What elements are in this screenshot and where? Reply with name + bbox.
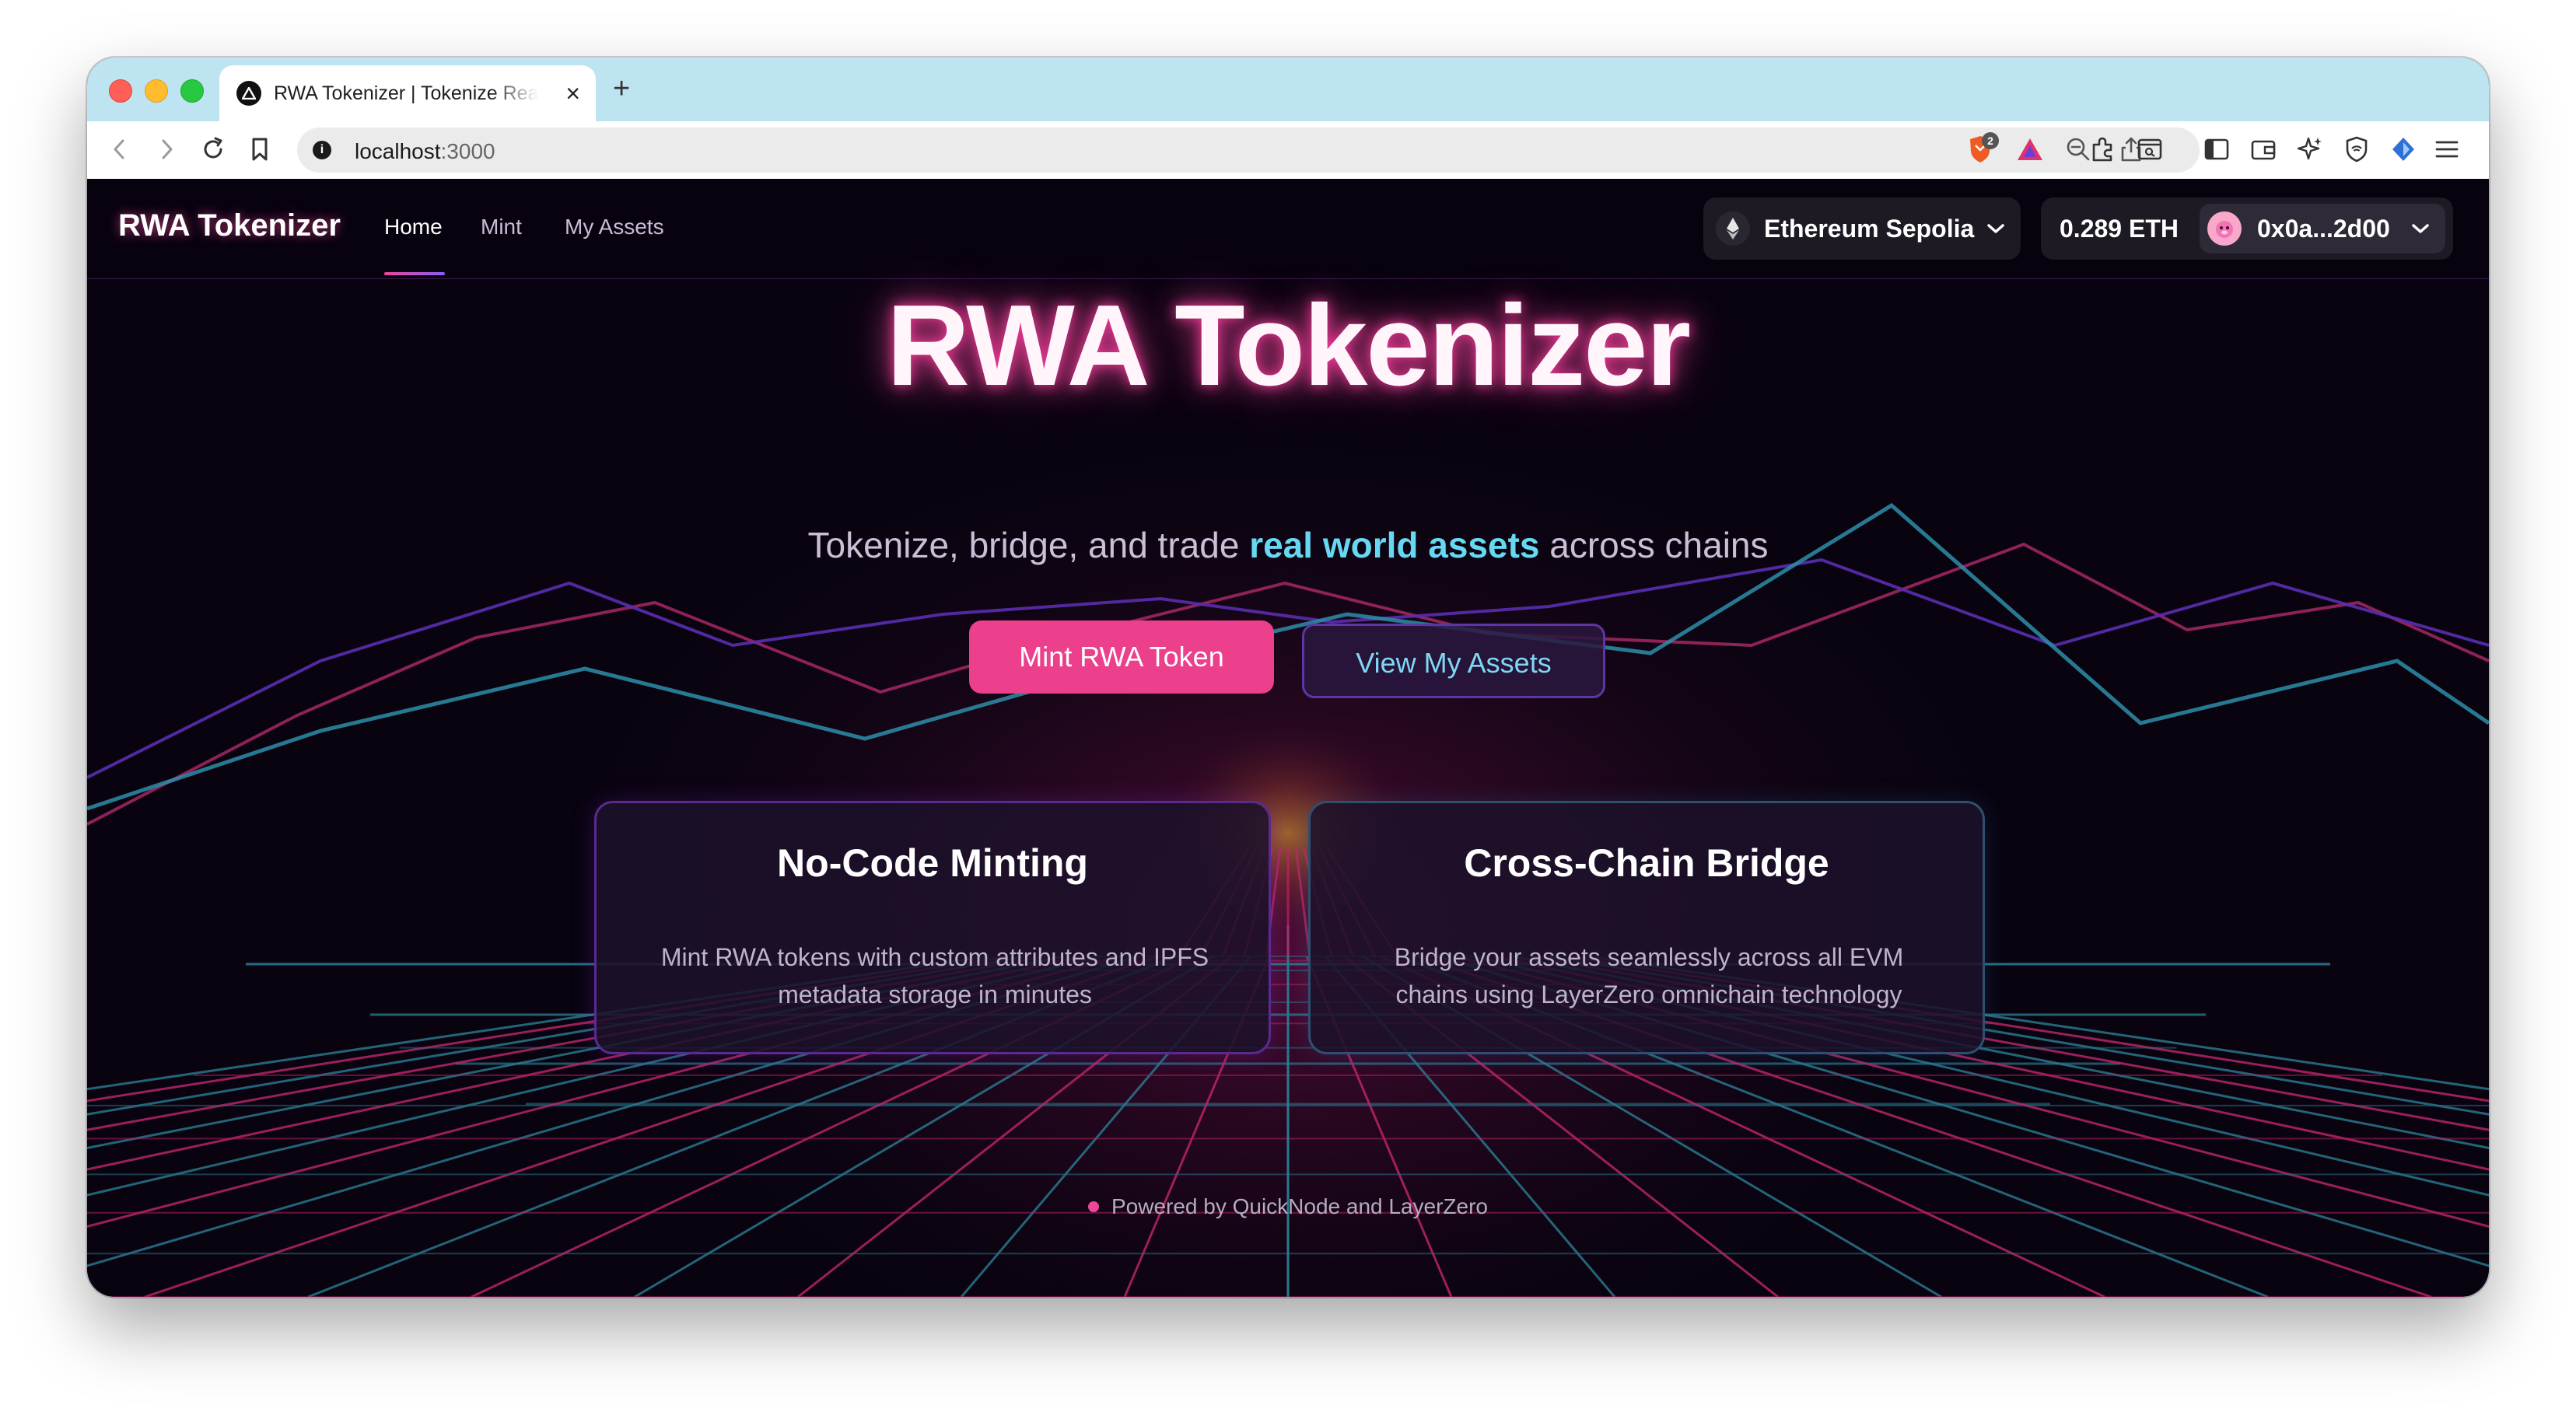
account-avatar <box>2207 211 2242 246</box>
chevron-down-icon <box>1985 213 2007 250</box>
vpn-shield-icon[interactable] <box>2341 134 2372 165</box>
back-icon[interactable] <box>104 134 135 165</box>
ethereum-icon <box>1716 211 1750 246</box>
tab-strip: RWA Tokenizer | Tokenize Real World Asse… <box>87 58 2489 121</box>
new-tab-icon[interactable]: + <box>613 72 630 106</box>
tab-title: RWA Tokenizer | Tokenize Real World Asse… <box>274 82 538 104</box>
close-tab-icon[interactable]: × <box>565 78 580 109</box>
nav-link-mint[interactable]: Mint <box>481 215 522 239</box>
menu-icon[interactable] <box>2431 134 2462 165</box>
leo-ai-icon[interactable] <box>2294 134 2326 165</box>
network-name: Ethereum Sepolia <box>1764 215 1975 243</box>
address-bar[interactable]: i localhost:3000 <box>297 128 2200 173</box>
status-dot-icon <box>1087 1201 1099 1212</box>
wallet-button[interactable]: 0.289 ETH 0x0a...2d00 <box>2041 197 2453 260</box>
brand-logo-text[interactable]: RWA Tokenizer <box>118 208 341 243</box>
triangle-logo-icon <box>236 81 261 106</box>
subtitle-highlight: real world assets <box>1249 525 1540 565</box>
brave-rewards-icon[interactable] <box>2014 134 2046 165</box>
sidebar-icon[interactable] <box>2201 134 2232 165</box>
mint-rwa-token-button[interactable]: Mint RWA Token <box>969 620 1274 694</box>
browser-tab[interactable]: RWA Tokenizer | Tokenize Real World Asse… <box>219 65 596 121</box>
feature-card-minting: No-Code Minting Mint RWA tokens with cus… <box>594 801 1271 1054</box>
nav-link-my-assets[interactable]: My Assets <box>565 215 664 239</box>
brave-shields-icon[interactable]: 2 <box>1965 132 1999 165</box>
feature-title: Cross-Chain Bridge <box>1464 841 1829 885</box>
browser-toolbar: i localhost:3000 2 <box>87 121 2489 180</box>
chevron-down-icon <box>2410 213 2431 250</box>
view-my-assets-button[interactable]: View My Assets <box>1302 624 1605 698</box>
minimize-window-button[interactable] <box>145 79 168 103</box>
bookmark-icon[interactable] <box>244 134 275 165</box>
reload-icon[interactable] <box>198 134 229 165</box>
hero-subtitle: Tokenize, bridge, and trade real world a… <box>807 525 1769 565</box>
site-info-icon[interactable]: i <box>313 141 331 159</box>
hero-title: RWA Tokenizer <box>886 281 1691 410</box>
nav-link-home[interactable]: Home <box>384 215 443 239</box>
active-nav-indicator <box>384 272 445 275</box>
forward-icon[interactable] <box>151 134 182 165</box>
wallet-balance: 0.289 ETH <box>2060 215 2179 243</box>
feature-title: No-Code Minting <box>777 841 1088 885</box>
close-window-button[interactable] <box>109 79 132 103</box>
wallet-icon[interactable] <box>2248 134 2279 165</box>
maximize-window-button[interactable] <box>180 79 204 103</box>
account-selector[interactable]: 0x0a...2d00 <box>2200 204 2445 253</box>
feature-card-bridge: Cross-Chain Bridge Bridge your assets se… <box>1308 801 1985 1054</box>
extension-puzzle-icon[interactable] <box>2388 134 2419 165</box>
feature-description: Bridge your assets seamlessly across all… <box>1394 943 1904 1008</box>
powered-by-footer: Powered by QuickNode and LayerZero <box>87 1194 2489 1219</box>
page-viewport: RWA Tokenizer Home Mint My Assets Ethere… <box>87 179 2489 1297</box>
reader-mode-icon[interactable] <box>2134 134 2165 165</box>
top-navbar: RWA Tokenizer Home Mint My Assets Ethere… <box>87 179 2489 279</box>
shields-count-badge: 2 <box>1982 132 1999 149</box>
browser-window: RWA Tokenizer | Tokenize Real World Asse… <box>87 58 2489 1297</box>
account-address: 0x0a...2d00 <box>2257 215 2390 243</box>
network-selector[interactable]: Ethereum Sepolia <box>1703 197 2021 260</box>
extensions-icon[interactable] <box>2088 134 2119 165</box>
feature-description: Mint RWA tokens with custom attributes a… <box>660 943 1209 1008</box>
url-text: localhost:3000 <box>355 139 495 163</box>
